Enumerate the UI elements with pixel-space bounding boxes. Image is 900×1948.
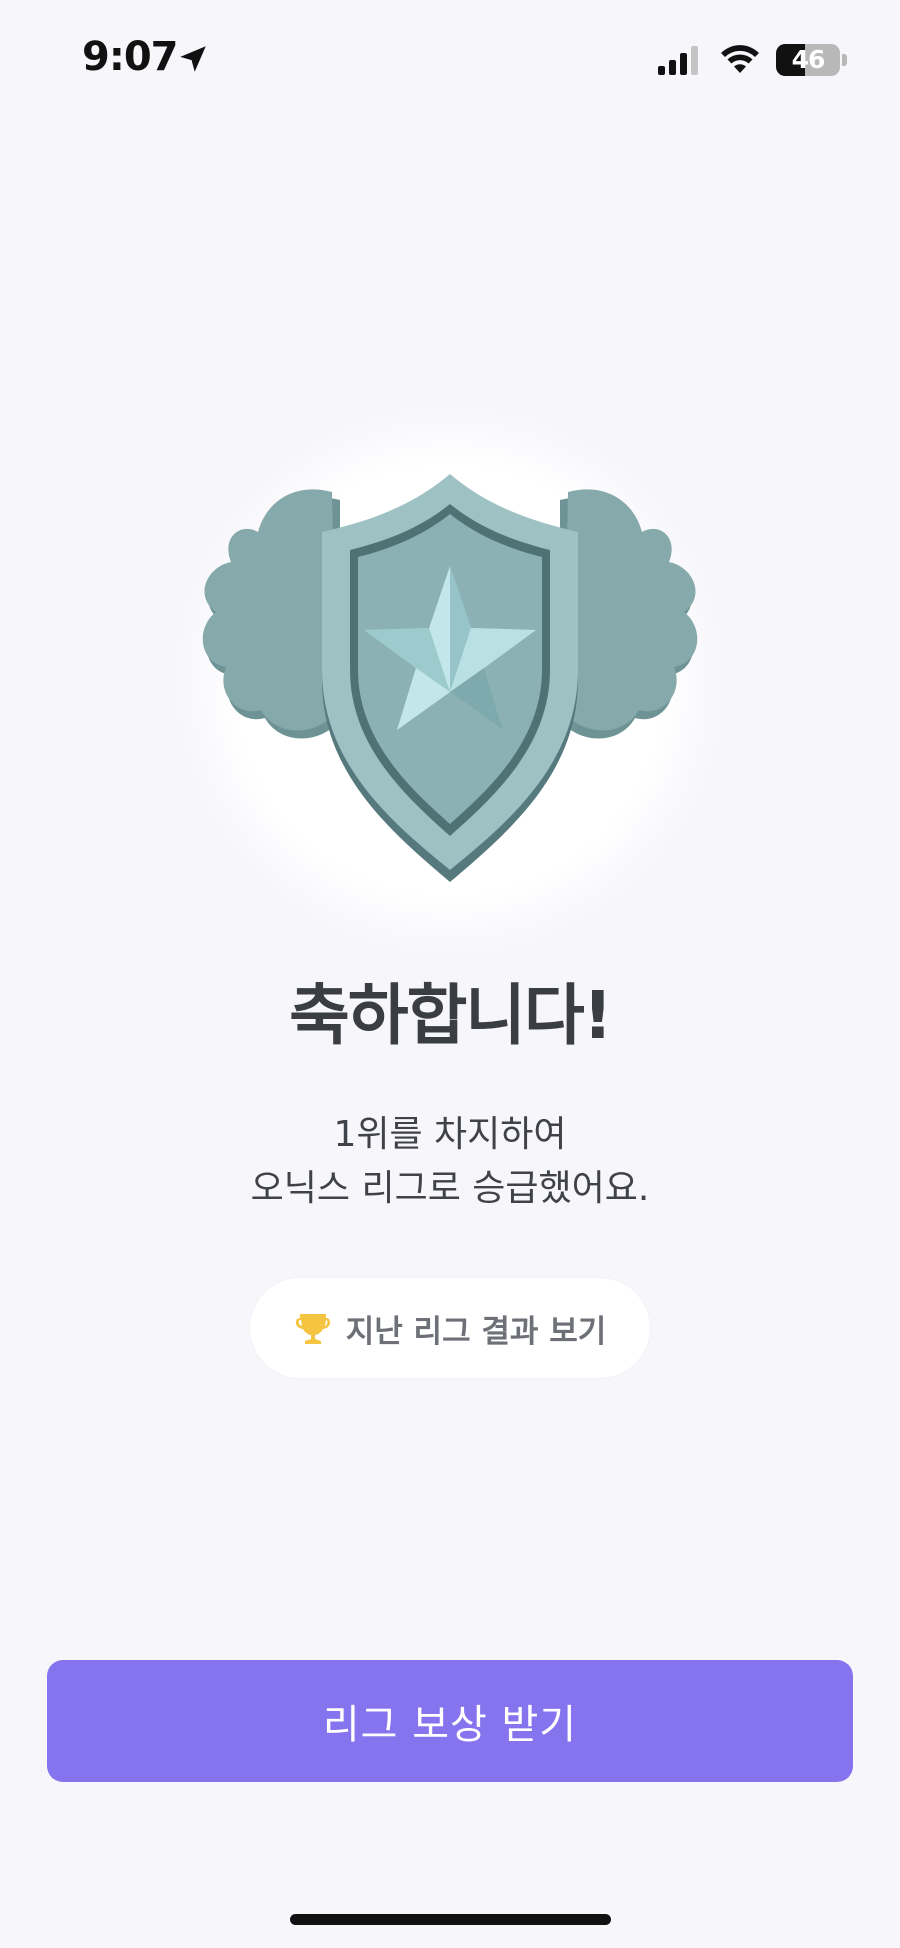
home-indicator[interactable]: [290, 1914, 611, 1925]
status-time: 9:07: [82, 34, 178, 80]
battery-cap: [842, 54, 847, 66]
promotion-message-line-1: 1위를 차지하여: [333, 1114, 567, 1155]
past-league-results-label: 지난 리그 결과 보기: [345, 1313, 607, 1350]
trophy-icon: [295, 1314, 330, 1344]
cellular-signal-icon: [658, 46, 698, 75]
wifi-icon: [721, 45, 759, 73]
past-league-results-button[interactable]: 지난 리그 결과 보기: [250, 1278, 650, 1378]
battery-percent: 46: [791, 45, 826, 74]
claim-league-reward-button[interactable]: 리그 보상 받기: [47, 1660, 853, 1782]
right-wing: [560, 489, 698, 739]
promotion-message-line-2: 오닉스 리그로 승급했어요.: [250, 1168, 650, 1209]
claim-league-reward-label: 리그 보상 받기: [322, 1702, 578, 1748]
battery-icon: 46: [776, 44, 840, 76]
page-title: 축하합니다!: [289, 977, 613, 1054]
silver-shield-star-badge-icon: [202, 474, 698, 882]
promotion-message: 1위를 차지하여 오닉스 리그로 승급했어요.: [0, 1108, 900, 1216]
left-wing: [202, 489, 340, 739]
location-arrow-icon: [180, 46, 206, 72]
league-promotion-screen: 9:07 46 축하합니다! 1위를 차지하여 오닉스 리그로 승급했어요. 지…: [0, 0, 900, 1948]
status-bar: 9:07 46: [0, 0, 900, 120]
